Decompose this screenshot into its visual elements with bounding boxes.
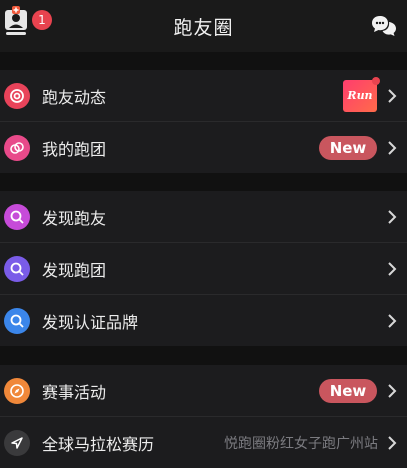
unread-dot xyxy=(372,76,380,85)
profile-card-icon xyxy=(5,6,27,35)
menu-item-label: 发现跑团 xyxy=(42,260,107,280)
search-icon xyxy=(4,307,30,334)
chevron-right-icon xyxy=(388,88,397,103)
chevron-right-icon xyxy=(388,313,397,328)
menu-item-events[interactable]: 赛事活动 New xyxy=(0,365,407,416)
menu-item-label: 我的跑团 xyxy=(42,139,107,159)
menu-item-label: 跑友动态 xyxy=(42,87,107,107)
chevron-right-icon xyxy=(388,383,397,398)
add-friend-button[interactable]: 1 xyxy=(2,6,52,42)
menu-item-my-run-team[interactable]: 我的跑团 New xyxy=(0,122,407,173)
compass-icon xyxy=(4,377,30,404)
menu-item-label: 全球马拉松赛历 xyxy=(42,434,155,454)
page-title: 跑友圈 xyxy=(173,16,234,39)
run-app-badge: Run xyxy=(343,76,380,112)
new-badge: New xyxy=(319,378,377,403)
menu-item-label: 赛事活动 xyxy=(42,382,107,402)
rings-icon xyxy=(4,134,30,161)
target-icon xyxy=(4,82,30,109)
menu-item-discover-brands[interactable]: 发现认证品牌 xyxy=(0,295,407,346)
new-badge: New xyxy=(319,135,377,160)
chevron-right-icon xyxy=(388,261,397,276)
messages-button[interactable] xyxy=(371,14,397,38)
chat-bubbles-icon xyxy=(372,16,396,36)
notification-count-badge: 1 xyxy=(32,10,52,30)
menu-item-label: 发现认证品牌 xyxy=(42,312,139,332)
top-bar: 1 跑友圈 xyxy=(0,0,407,52)
search-icon xyxy=(4,203,30,230)
menu-item-label: 发现跑友 xyxy=(42,208,107,228)
chevron-right-icon xyxy=(388,209,397,224)
navigation-arrow-icon xyxy=(4,429,30,456)
menu-item-run-feed[interactable]: 跑友动态 Run xyxy=(0,70,407,121)
featured-event-text: 悦跑圈粉红女子跑广州站 xyxy=(224,435,378,452)
menu-item-discover-runners[interactable]: 发现跑友 xyxy=(0,191,407,242)
search-icon xyxy=(4,255,30,282)
run-badge-text: Run xyxy=(347,89,373,102)
chevron-right-icon xyxy=(388,435,397,450)
menu-item-discover-teams[interactable]: 发现跑团 xyxy=(0,243,407,294)
menu-item-marathon-calendar[interactable]: 全球马拉松赛历 悦跑圈粉红女子跑广州站 xyxy=(0,417,407,468)
chevron-right-icon xyxy=(388,140,397,155)
